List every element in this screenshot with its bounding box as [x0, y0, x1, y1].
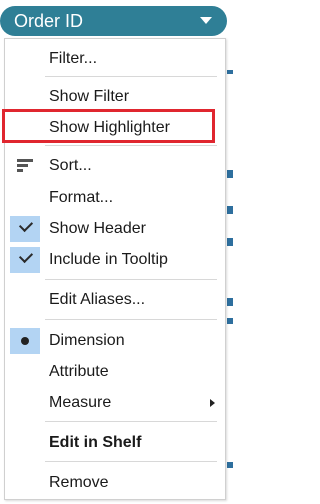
- bullet-icon: [21, 337, 29, 345]
- menu-separator: [45, 279, 217, 280]
- menu-item-sort[interactable]: Sort...: [5, 151, 225, 181]
- pill-label: Order ID: [14, 11, 84, 31]
- sort-icon: [17, 159, 33, 173]
- menu-item-label: Show Header: [49, 220, 146, 237]
- chevron-right-icon: [210, 399, 215, 407]
- menu-item-label: Show Highlighter: [49, 119, 170, 136]
- menu-item-label: Remove: [49, 474, 109, 491]
- background-strip: [227, 206, 233, 214]
- menu-item-label: Sort...: [49, 157, 92, 174]
- checkmark-icon: [18, 217, 34, 233]
- checkbox-checked: [10, 216, 40, 242]
- menu-separator: [45, 145, 217, 146]
- menu-item-include-in-tooltip[interactable]: Include in Tooltip: [5, 245, 225, 275]
- menu-item-label: Show Filter: [49, 88, 130, 105]
- menu-item-measure[interactable]: Measure: [5, 388, 225, 418]
- menu-item-label: Edit Aliases...: [49, 291, 146, 308]
- menu-item-label: Attribute: [49, 363, 109, 380]
- menu-item-label: Format...: [49, 189, 114, 206]
- context-menu: Filter... Show Filter Show Highlighter S…: [4, 38, 226, 500]
- background-strip: [227, 298, 233, 306]
- menu-item-remove[interactable]: Remove: [5, 468, 225, 498]
- field-pill[interactable]: Order ID: [0, 6, 227, 36]
- background-strip: [227, 70, 233, 74]
- menu-item-show-filter[interactable]: Show Filter: [5, 82, 225, 112]
- menu-separator: [45, 461, 217, 462]
- menu-separator: [45, 319, 217, 320]
- background-strip: [227, 170, 233, 178]
- menu-item-dimension[interactable]: Dimension: [5, 326, 225, 356]
- menu-item-show-header[interactable]: Show Header: [5, 214, 225, 244]
- menu-item-edit-aliases[interactable]: Edit Aliases...: [5, 285, 225, 315]
- menu-item-format[interactable]: Format...: [5, 183, 225, 213]
- menu-item-label: Include in Tooltip: [49, 251, 168, 268]
- checkbox-checked: [10, 247, 40, 273]
- menu-item-edit-in-shelf[interactable]: Edit in Shelf: [5, 428, 225, 458]
- radio-selected: [10, 328, 40, 354]
- menu-item-label: Measure: [49, 394, 112, 411]
- background-strip: [227, 462, 233, 468]
- background-strip: [227, 238, 233, 246]
- menu-separator: [45, 76, 217, 77]
- checkmark-icon: [18, 248, 34, 264]
- background-strip: [227, 318, 233, 324]
- menu-item-show-highlighter[interactable]: Show Highlighter: [5, 113, 225, 143]
- menu-item-label: Dimension: [49, 332, 125, 349]
- menu-item-attribute[interactable]: Attribute: [5, 357, 225, 387]
- chevron-down-icon[interactable]: [200, 17, 212, 24]
- menu-separator: [45, 421, 217, 422]
- menu-item-label: Edit in Shelf: [49, 434, 142, 451]
- menu-item-label: Filter...: [49, 50, 98, 67]
- menu-item-filter[interactable]: Filter...: [5, 44, 225, 74]
